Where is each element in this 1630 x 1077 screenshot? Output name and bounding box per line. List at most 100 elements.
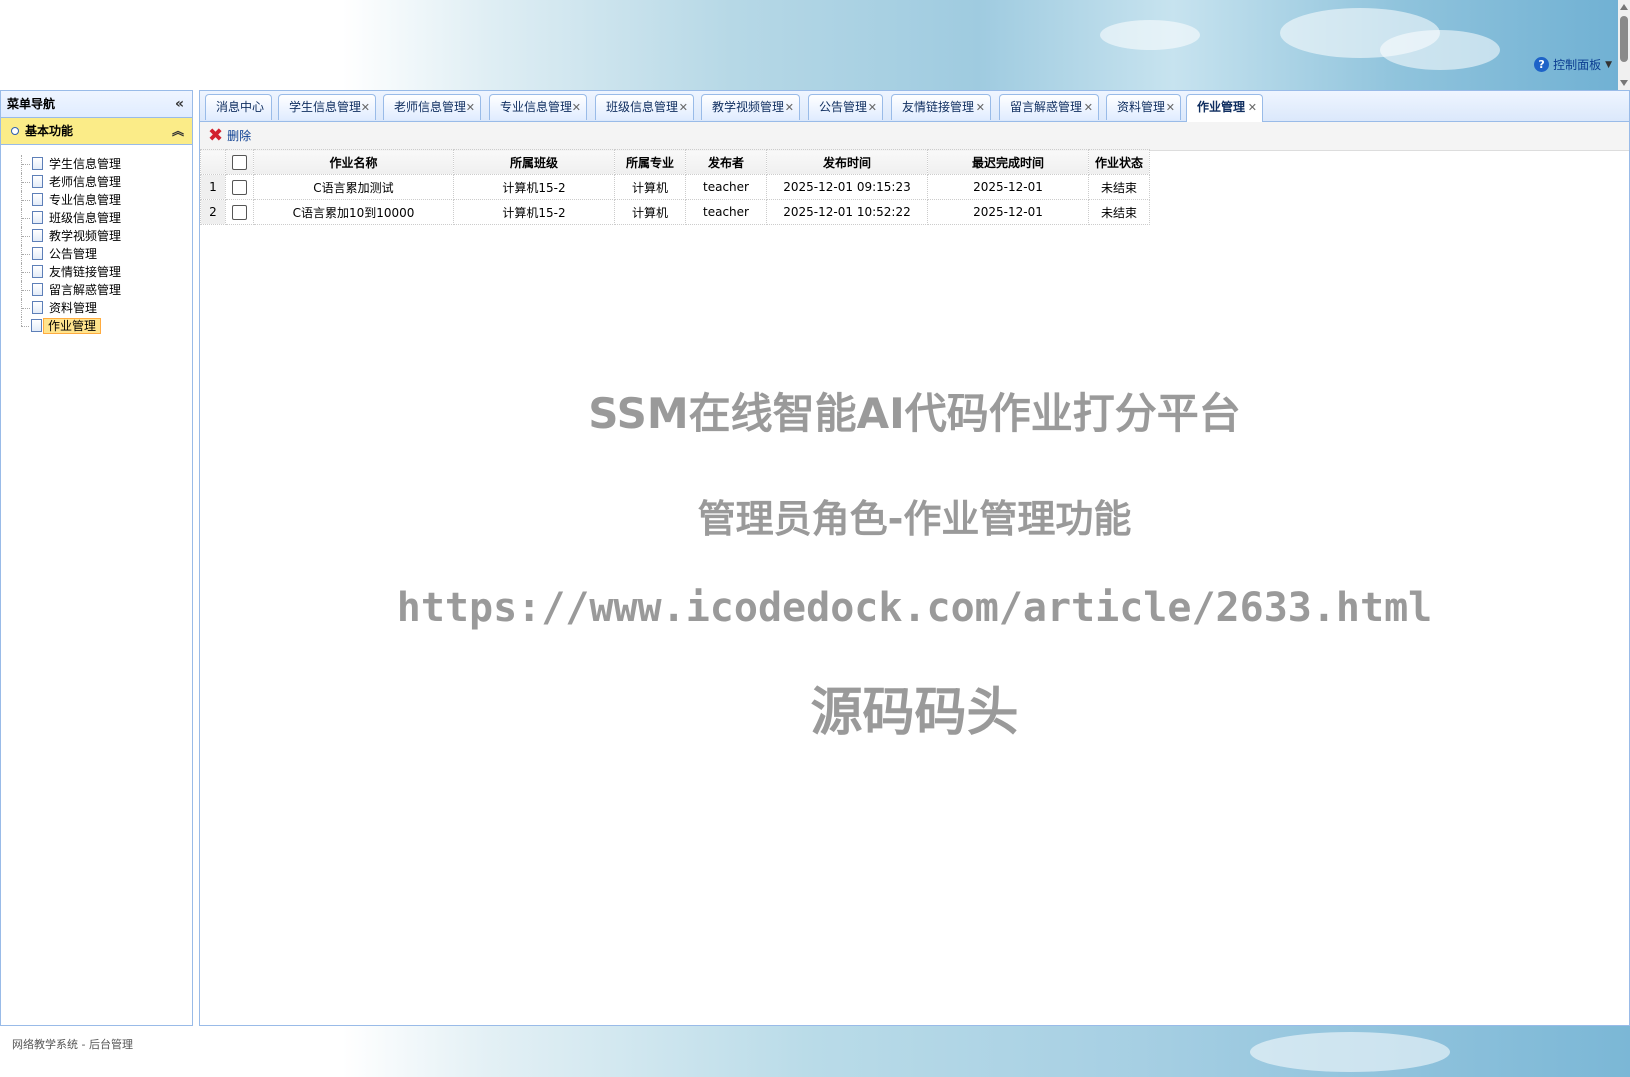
row-number: 1 xyxy=(200,174,226,200)
tab-materials[interactable]: 资料管理 ✕ xyxy=(1106,94,1181,120)
table-header-row: 作业名称 所属班级 所属专业 发布者 发布时间 最迟完成时间 作业状态 xyxy=(200,149,1150,175)
close-icon[interactable]: ✕ xyxy=(1084,95,1093,120)
sidebar-item-notice[interactable]: 公告管理 xyxy=(21,245,192,263)
sidebar-item-label: 学生信息管理 xyxy=(49,157,122,171)
sidebar-item-label: 公告管理 xyxy=(49,247,98,261)
cell-class: 计算机15-2 xyxy=(453,199,615,225)
delete-x-icon: ✖ xyxy=(208,125,224,146)
document-icon xyxy=(32,193,43,206)
close-icon[interactable]: ✕ xyxy=(785,95,794,120)
scroll-thumb[interactable] xyxy=(1620,16,1628,62)
cell-status: 未结束 xyxy=(1088,199,1150,225)
scrollbar[interactable] xyxy=(1618,0,1630,90)
homework-table: 作业名称 所属班级 所属专业 发布者 发布时间 最迟完成时间 作业状态 1 C语… xyxy=(200,149,1150,225)
close-icon[interactable]: ✕ xyxy=(361,95,370,120)
tab-messages[interactable]: 留言解惑管理 ✕ xyxy=(999,94,1099,120)
cell-class: 计算机15-2 xyxy=(453,174,615,200)
tab-notice[interactable]: 公告管理 ✕ xyxy=(808,94,883,120)
tab-label: 留言解惑管理 xyxy=(1010,100,1083,114)
select-all-cell xyxy=(225,149,254,175)
footer: 网络教学系统 - 后台管理 xyxy=(0,1026,1630,1077)
close-icon[interactable]: ✕ xyxy=(868,95,877,120)
accordion-label: 基本功能 xyxy=(25,124,74,138)
tab-label: 消息中心 xyxy=(216,100,265,114)
column-header[interactable]: 作业状态 xyxy=(1088,149,1150,175)
sidebar-item-label: 老师信息管理 xyxy=(49,175,122,189)
scroll-down-arrow-icon[interactable] xyxy=(1620,80,1628,86)
control-panel-menu[interactable]: ? 控制面板 ▼ xyxy=(1534,56,1612,73)
table-row[interactable]: 2 C语言累加10到10000 计算机15-2 计算机 teacher 2025… xyxy=(200,199,1150,225)
sidebar-item-label: 留言解惑管理 xyxy=(49,283,122,297)
footer-text: 网络教学系统 - 后台管理 xyxy=(12,1038,133,1051)
sidebar-item-video[interactable]: 教学视频管理 xyxy=(21,227,192,245)
column-header[interactable]: 所属班级 xyxy=(453,149,615,175)
tab-major-info[interactable]: 专业信息管理 ✕ xyxy=(489,94,587,120)
close-icon[interactable]: ✕ xyxy=(976,95,985,120)
sidebar-item-label: 专业信息管理 xyxy=(49,193,122,207)
row-checkbox[interactable] xyxy=(232,204,247,220)
help-icon: ? xyxy=(1534,57,1550,72)
sidebar-item-materials[interactable]: 资料管理 xyxy=(21,299,192,317)
close-icon[interactable]: ✕ xyxy=(466,95,475,120)
column-header[interactable]: 作业名称 xyxy=(253,149,454,175)
close-icon[interactable]: ✕ xyxy=(679,95,688,120)
cell-major: 计算机 xyxy=(614,199,686,225)
close-icon[interactable]: ✕ xyxy=(1166,95,1175,120)
cell-publish-time: 2025-12-01 10:52:22 xyxy=(766,199,928,225)
chevron-up-icon[interactable]: ︽ xyxy=(172,118,184,144)
sidebar-item-links[interactable]: 友情链接管理 xyxy=(21,263,192,281)
sidebar-title-label: 菜单导航 xyxy=(7,97,56,111)
tab-student-info[interactable]: 学生信息管理 ✕ xyxy=(278,94,376,120)
cell-publisher: teacher xyxy=(685,174,767,200)
row-checkbox[interactable] xyxy=(232,179,247,195)
tab-label: 公告管理 xyxy=(819,100,868,114)
close-icon[interactable]: ✕ xyxy=(1248,95,1257,120)
tab-links[interactable]: 友情链接管理 ✕ xyxy=(891,94,991,120)
tab-class-info[interactable]: 班级信息管理 ✕ xyxy=(595,94,694,120)
tab-message-center[interactable]: 消息中心 xyxy=(205,94,272,120)
document-icon xyxy=(32,211,43,224)
main-panel: 消息中心 学生信息管理 ✕ 老师信息管理 ✕ 专业信息管理 ✕ 班级信息管理 ✕ 教学视… xyxy=(199,90,1630,1026)
document-icon xyxy=(32,157,43,170)
scroll-up-arrow-icon[interactable] xyxy=(1620,4,1628,10)
column-header[interactable]: 发布时间 xyxy=(766,149,928,175)
cell-major: 计算机 xyxy=(614,174,686,200)
document-icon xyxy=(31,319,42,332)
delete-button[interactable]: ✖ 删除 xyxy=(208,122,251,150)
sidebar-item-homework[interactable]: 作业管理 xyxy=(21,317,192,335)
sidebar-title: 菜单导航 « xyxy=(1,91,192,118)
column-header[interactable]: 最迟完成时间 xyxy=(927,149,1089,175)
delete-label: 删除 xyxy=(227,129,252,143)
tab-label: 班级信息管理 xyxy=(606,100,679,114)
sidebar-item-label: 教学视频管理 xyxy=(49,229,122,243)
header-banner: ? 控制面板 ▼ xyxy=(0,0,1630,90)
sidebar-item-teacher-info[interactable]: 老师信息管理 xyxy=(21,173,192,191)
sidebar-item-label: 班级信息管理 xyxy=(49,211,122,225)
sidebar-item-class-info[interactable]: 班级信息管理 xyxy=(21,209,192,227)
select-all-checkbox[interactable] xyxy=(232,154,247,170)
tab-label: 学生信息管理 xyxy=(289,100,362,114)
sidebar-item-label: 友情链接管理 xyxy=(49,265,122,279)
cell-publisher: teacher xyxy=(685,199,767,225)
tab-label: 作业管理 xyxy=(1197,100,1246,114)
toolbar: ✖ 删除 xyxy=(200,122,1629,151)
sidebar-item-student-info[interactable]: 学生信息管理 xyxy=(21,155,192,173)
accordion-basic-functions[interactable]: 基本功能 ︽ xyxy=(1,118,192,145)
tab-teacher-info[interactable]: 老师信息管理 ✕ xyxy=(383,94,481,120)
cell-name: C语言累加10到10000 xyxy=(253,199,454,225)
collapse-left-icon[interactable]: « xyxy=(175,91,184,117)
sidebar: 菜单导航 « 基本功能 ︽ 学生信息管理 老师信息管理 专业信息管理 班级信息管… xyxy=(0,90,193,1026)
rownum-header xyxy=(200,149,226,175)
document-icon xyxy=(32,265,43,278)
column-header[interactable]: 发布者 xyxy=(685,149,767,175)
control-panel-label: 控制面板 xyxy=(1553,58,1602,72)
close-icon[interactable]: ✕ xyxy=(572,95,581,120)
tab-label: 资料管理 xyxy=(1117,100,1166,114)
sidebar-item-messages[interactable]: 留言解惑管理 xyxy=(21,281,192,299)
column-header[interactable]: 所属专业 xyxy=(614,149,686,175)
table-row[interactable]: 1 C语言累加测试 计算机15-2 计算机 teacher 2025-12-01… xyxy=(200,174,1150,200)
tab-label: 教学视频管理 xyxy=(712,100,785,114)
tab-video[interactable]: 教学视频管理 ✕ xyxy=(701,94,800,120)
tab-homework[interactable]: 作业管理 ✕ xyxy=(1186,94,1263,122)
sidebar-item-major-info[interactable]: 专业信息管理 xyxy=(21,191,192,209)
